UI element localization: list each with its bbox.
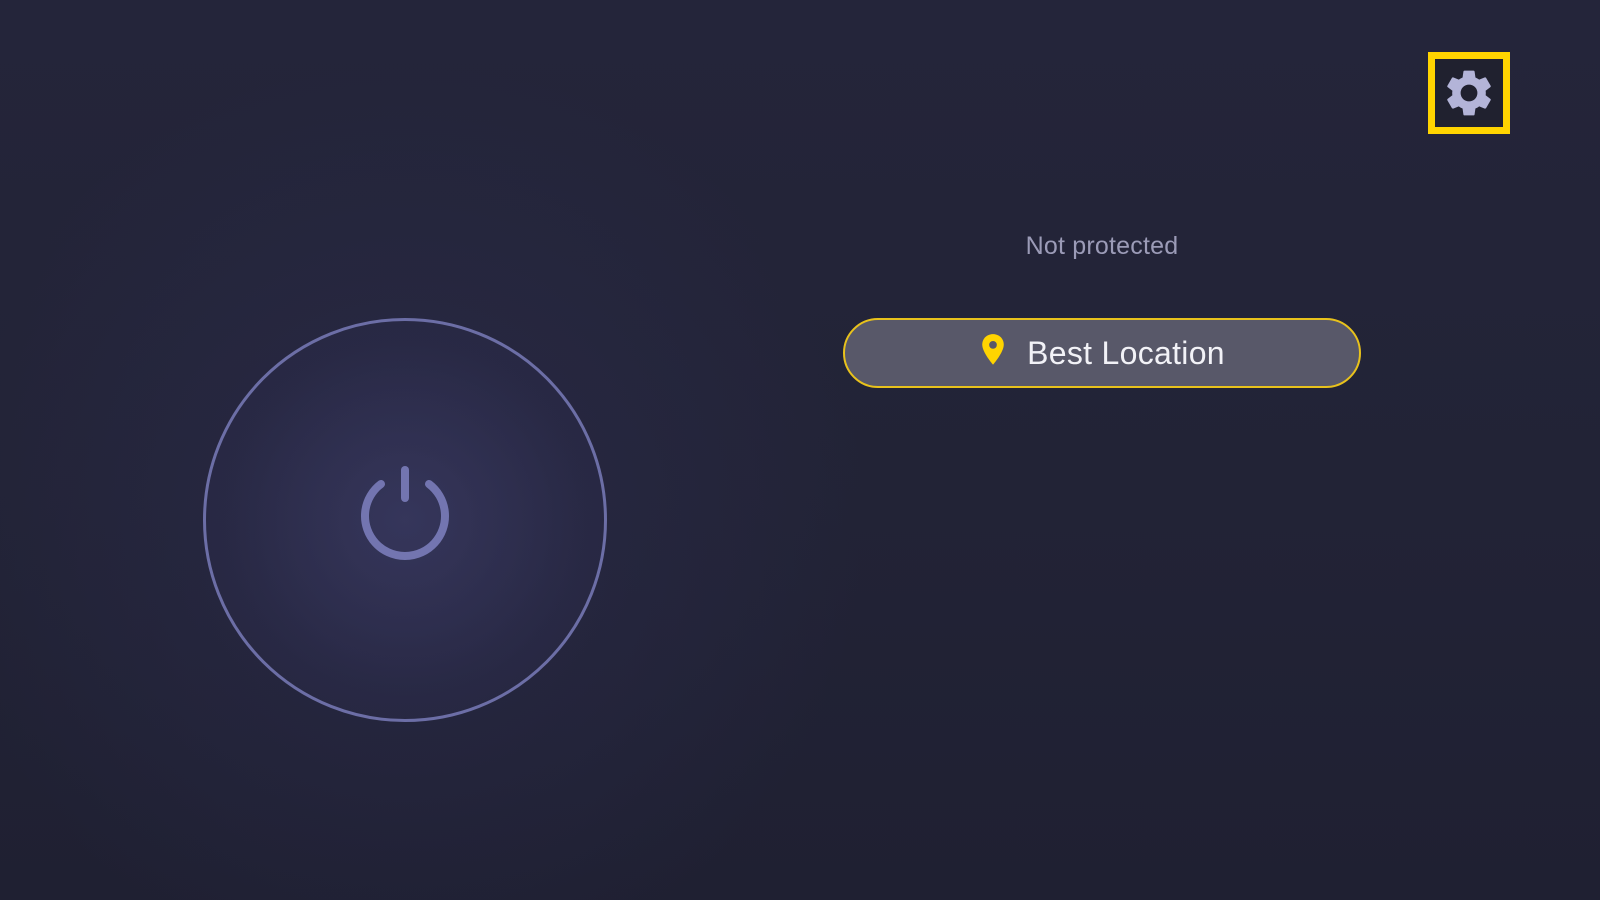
power-button[interactable] [203, 318, 607, 722]
location-label: Best Location [1027, 334, 1225, 371]
power-icon [361, 466, 449, 560]
gear-icon [1447, 70, 1491, 116]
location-pin-icon [982, 334, 1004, 365]
connection-status: Not protected [1025, 232, 1179, 260]
settings-button[interactable] [1428, 52, 1510, 134]
location-button[interactable]: Best Location [843, 318, 1361, 388]
vpn-home-screen: Not protected Best Location [0, 0, 1600, 900]
